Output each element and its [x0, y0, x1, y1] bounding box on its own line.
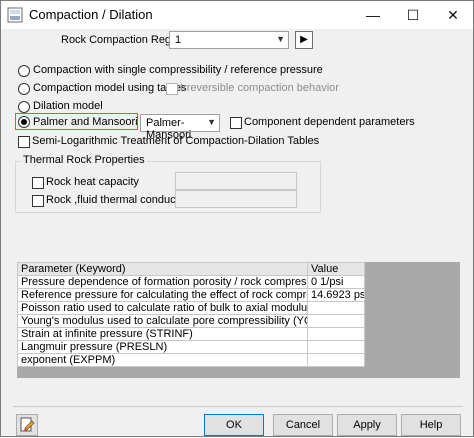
value-cell[interactable]: [307, 353, 365, 367]
edit-document-button[interactable]: [16, 414, 38, 436]
value-cell[interactable]: 14.6923 psi: [307, 288, 365, 302]
table-row: Langmuir pressure (PRESLN): [17, 340, 365, 354]
cancel-button[interactable]: Cancel: [273, 414, 333, 436]
value-cell[interactable]: [307, 301, 365, 315]
title-bar: Compaction / Dilation — ☐ ✕: [1, 1, 473, 29]
minimize-button[interactable]: —: [353, 1, 393, 29]
radio-dilation[interactable]: [18, 101, 30, 113]
thermal-group-title: Thermal Rock Properties: [21, 154, 147, 166]
play-arrow-icon: ▶: [300, 34, 308, 45]
window-title: Compaction / Dilation: [29, 7, 153, 22]
using-tables-label: Compaction model using tables: [33, 82, 187, 94]
parameter-cell: Strain at infinite pressure (STRINF): [17, 327, 308, 341]
irreversible-checkbox[interactable]: [166, 83, 178, 95]
table-row: Poisson ratio used to calculate ratio of…: [17, 301, 365, 315]
maximize-button[interactable]: ☐: [393, 1, 433, 29]
thermal-conductivity-field[interactable]: [175, 190, 297, 208]
parameters-table: Parameter (Keyword) Value Pressure depen…: [17, 262, 365, 367]
chevron-down-icon: ▼: [276, 34, 285, 44]
parameter-cell: Reference pressure for calculating the e…: [17, 288, 308, 302]
irreversible-label: Irreversible compaction behavior: [180, 82, 339, 94]
edit-document-icon: [20, 417, 35, 432]
parameter-cell: Pressure dependence of formation porosit…: [17, 275, 308, 289]
value-cell[interactable]: [307, 340, 365, 354]
value-cell[interactable]: [307, 327, 365, 341]
ok-button[interactable]: OK: [204, 414, 264, 436]
table-row: Young's modulus used to calculate pore c…: [17, 314, 365, 328]
semi-log-label: Semi-Logarithmic Treatment of Compaction…: [32, 135, 320, 147]
table-row: Strain at infinite pressure (STRINF): [17, 327, 365, 341]
parameter-cell: Langmuir pressure (PRESLN): [17, 340, 308, 354]
table-row: Reference pressure for calculating the e…: [17, 288, 365, 302]
close-button[interactable]: ✕: [433, 1, 473, 29]
radio-using-tables[interactable]: [18, 83, 30, 95]
compaction-app-icon: [7, 7, 23, 23]
component-dependent-label: Component dependent parameters: [244, 116, 415, 128]
grid-empty-area: [364, 262, 460, 378]
single-compressibility-label: Compaction with single compressibility /…: [33, 64, 323, 76]
bottom-separator: [13, 406, 463, 407]
parameter-cell: Poisson ratio used to calculate ratio of…: [17, 301, 308, 315]
model-dropdown[interactable]: Palmer-Mansoori ▼: [140, 114, 220, 141]
region-dropdown[interactable]: 1 ▼: [169, 31, 289, 49]
semi-log-checkbox[interactable]: [18, 136, 30, 148]
dilation-label: Dilation model: [33, 100, 103, 112]
thermal-conductivity-checkbox[interactable]: [32, 195, 44, 207]
radio-single-compressibility[interactable]: [18, 65, 30, 77]
component-dependent-checkbox[interactable]: [230, 117, 242, 129]
column-header-parameter: Parameter (Keyword): [17, 262, 308, 276]
parameter-cell: exponent (EXPPM): [17, 353, 308, 367]
region-value: 1: [175, 34, 182, 46]
radio-palmer-mansoori[interactable]: [18, 116, 30, 128]
heat-capacity-label: Rock heat capacity: [46, 176, 139, 188]
next-region-button[interactable]: ▶: [295, 31, 313, 49]
parameter-cell: Young's modulus used to calculate pore c…: [17, 314, 308, 328]
table-row: exponent (EXPPM): [17, 353, 365, 367]
column-header-value: Value: [307, 262, 365, 276]
value-cell[interactable]: 0 1/psi: [307, 275, 365, 289]
help-button[interactable]: Help: [401, 414, 461, 436]
table-row: Pressure dependence of formation porosit…: [17, 275, 365, 289]
table-header-row: Parameter (Keyword) Value: [17, 262, 365, 276]
compaction-dilation-dialog: Compaction / Dilation — ☐ ✕ Rock Compact…: [0, 0, 474, 437]
heat-capacity-field[interactable]: [175, 172, 297, 190]
apply-button[interactable]: Apply: [337, 414, 397, 436]
chevron-down-icon: ▼: [207, 117, 216, 127]
value-cell[interactable]: [307, 314, 365, 328]
heat-capacity-checkbox[interactable]: [32, 177, 44, 189]
